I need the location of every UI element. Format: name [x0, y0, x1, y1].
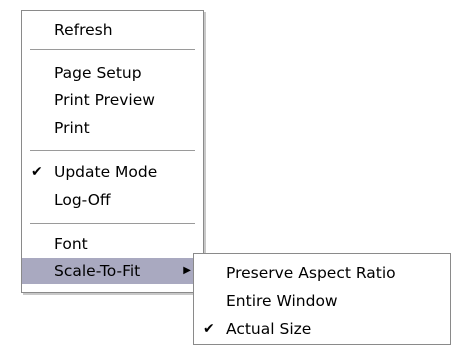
- checkmark-icon: ✔: [31, 164, 43, 180]
- submenu-item-entire-window[interactable]: Entire Window: [194, 288, 450, 314]
- context-menu: Refresh Page Setup Print Preview Print ✔…: [21, 10, 204, 293]
- menu-item-page-setup[interactable]: Page Setup: [22, 60, 203, 86]
- menu-item-label: Update Mode: [54, 163, 158, 181]
- menu-item-label: Refresh: [54, 21, 113, 39]
- menu-item-label: Font: [54, 235, 88, 253]
- menu-item-label: Log-Off: [54, 191, 111, 209]
- menu-item-print-preview[interactable]: Print Preview: [22, 87, 203, 113]
- menu-item-print[interactable]: Print: [22, 115, 203, 141]
- menu-separator: [30, 223, 195, 225]
- menu-item-update-mode[interactable]: ✔ Update Mode: [22, 159, 203, 185]
- submenu-arrow-icon: ▶: [183, 265, 191, 276]
- menu-item-label: Preserve Aspect Ratio: [226, 264, 396, 282]
- menu-item-refresh[interactable]: Refresh: [22, 17, 203, 43]
- menu-item-label: Page Setup: [54, 64, 142, 82]
- menu-item-label: Print Preview: [54, 91, 155, 109]
- menu-separator: [30, 150, 195, 152]
- menu-item-label: Entire Window: [226, 292, 338, 310]
- menu-item-scale-to-fit[interactable]: Scale-To-Fit ▶: [22, 258, 203, 284]
- menu-item-font[interactable]: Font: [22, 231, 203, 257]
- scale-to-fit-submenu: Preserve Aspect Ratio Entire Window ✔ Ac…: [193, 253, 451, 345]
- submenu-item-preserve-aspect-ratio[interactable]: Preserve Aspect Ratio: [194, 260, 450, 286]
- checkmark-icon: ✔: [203, 321, 215, 337]
- menu-item-label: Print: [54, 119, 90, 137]
- menu-item-label: Actual Size: [226, 320, 312, 338]
- menu-separator: [30, 49, 195, 51]
- menu-item-log-off[interactable]: Log-Off: [22, 187, 203, 213]
- submenu-item-actual-size[interactable]: ✔ Actual Size: [194, 316, 450, 342]
- menu-item-label: Scale-To-Fit: [54, 262, 141, 280]
